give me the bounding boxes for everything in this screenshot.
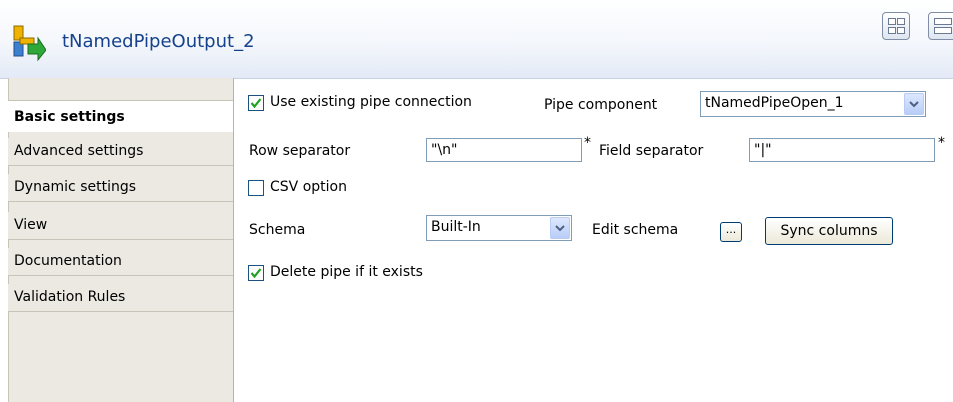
component-title: tNamedPipeOutput_2	[62, 31, 255, 52]
dropdown-arrow-icon[interactable]	[904, 93, 924, 115]
delete-pipe-checkbox[interactable]	[248, 265, 264, 281]
tab-view[interactable]: View	[8, 212, 233, 240]
row-separator-input[interactable]	[426, 138, 582, 162]
check-icon	[250, 98, 262, 109]
use-existing-pipe-label: Use existing pipe connection	[270, 94, 472, 110]
row-separator-required-mark: *	[584, 135, 591, 151]
tab-dynamic-settings[interactable]: Dynamic settings	[8, 174, 233, 202]
component-header: tNamedPipeOutput_2	[0, 0, 953, 79]
pipe-component-value: tNamedPipeOpen_1	[705, 95, 844, 111]
component-output-icon	[13, 25, 46, 62]
sync-columns-button[interactable]: Sync columns	[765, 217, 893, 245]
delete-pipe-label: Delete pipe if it exists	[270, 264, 423, 280]
schema-value: Built-In	[431, 219, 481, 235]
field-separator-required-mark: *	[938, 135, 945, 151]
pipe-component-label: Pipe component	[544, 97, 658, 113]
field-separator-label: Field separator	[599, 143, 704, 159]
edit-schema-button[interactable]: ...	[720, 222, 742, 242]
edit-schema-label: Edit schema	[592, 222, 679, 238]
csv-option-checkbox[interactable]	[248, 180, 264, 196]
grid-view-button[interactable]	[882, 12, 910, 40]
check-icon	[250, 268, 262, 279]
tab-validation-rules[interactable]: Validation Rules	[8, 284, 233, 312]
dropdown-arrow-icon[interactable]	[550, 217, 570, 239]
schema-select[interactable]: Built-In	[426, 215, 572, 241]
row-separator-label: Row separator	[249, 143, 351, 159]
tab-advanced-settings[interactable]: Advanced settings	[8, 138, 233, 166]
tab-basic-settings[interactable]: Basic settings	[8, 100, 233, 132]
field-separator-input[interactable]	[749, 138, 935, 162]
list-view-button[interactable]	[928, 12, 953, 40]
schema-label: Schema	[249, 222, 306, 238]
csv-option-label: CSV option	[270, 179, 347, 195]
tab-documentation[interactable]: Documentation	[8, 248, 233, 276]
pipe-component-select[interactable]: tNamedPipeOpen_1	[700, 91, 926, 117]
use-existing-pipe-checkbox[interactable]	[248, 95, 264, 111]
